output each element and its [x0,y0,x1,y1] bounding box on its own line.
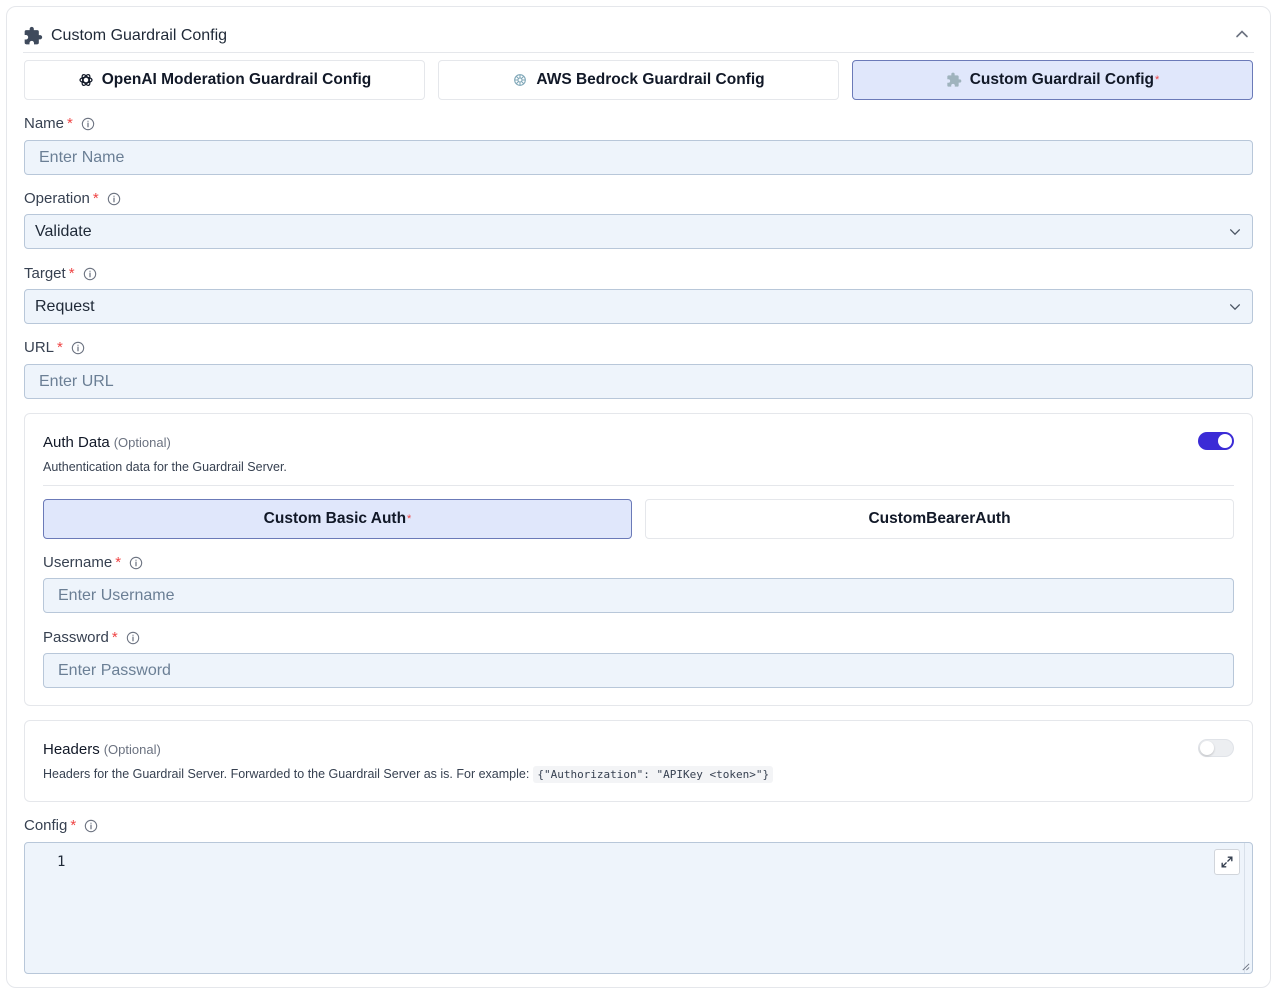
card-title-text: Auth Data [43,434,110,451]
config-label: Config * [24,817,98,834]
aws-bedrock-icon [514,74,527,86]
optional-tag: (Optional) [113,435,171,450]
headers-description: Headers for the Guardrail Server. Forwar… [43,766,774,783]
panel-header[interactable]: Custom Guardrail Config [23,19,1254,53]
required-asterisk: * [67,115,73,132]
label-text: URL [24,339,55,356]
auth-data-description: Authentication data for the Guardrail Se… [43,460,287,474]
label-text: Password [43,629,109,646]
operation-value: Validate [35,222,92,240]
tab-custom-guardrail[interactable]: Custom Guardrail Config * [852,60,1253,100]
headers-card: Headers (Optional) Headers for the Guardr… [24,720,1253,802]
target-select[interactable]: Request [24,289,1253,324]
custom-guardrail-panel: Custom Guardrail Config OpenAI Moderatio… [6,6,1271,988]
label-text: Operation [24,190,90,207]
auth-data-toggle[interactable] [1198,432,1234,450]
label-text: Username [43,554,113,571]
info-icon[interactable] [107,192,121,206]
tab-custom-bearer-auth[interactable]: CustomBearerAuth [645,499,1234,539]
required-asterisk: * [57,339,63,356]
resize-handle-icon[interactable] [1241,962,1250,971]
required-asterisk: * [111,629,118,646]
description-text: Headers for the Guardrail Server. Forwar… [43,767,530,781]
target-label: Target * [24,265,97,282]
chevron-down-icon [1229,304,1241,311]
required-asterisk: * [92,190,99,207]
chevron-down-icon [1229,229,1241,236]
headers-toggle[interactable] [1198,739,1234,757]
label-text: Name [24,115,65,132]
headers-title: Headers (Optional) [43,741,161,758]
line-number: 1 [57,854,66,870]
headers-example-code: {"Authorization": "APIKey <token>"} [533,766,774,783]
target-value: Request [35,297,95,315]
required-asterisk: * [407,513,412,525]
info-icon[interactable] [126,631,140,645]
chevron-up-icon[interactable] [1234,26,1250,42]
config-code-editor[interactable]: 1 [24,842,1253,974]
required-asterisk: * [68,265,75,282]
operation-select[interactable]: Validate [24,214,1253,249]
tab-label: AWS Bedrock Guardrail Config [536,71,765,88]
username-input[interactable]: Enter Username [43,578,1234,613]
tab-aws-bedrock[interactable]: AWS Bedrock Guardrail Config [438,60,839,100]
tab-openai-moderation[interactable]: OpenAI Moderation Guardrail Config [24,60,425,100]
puzzle-icon [947,72,962,87]
toggle-knob [1218,434,1232,448]
name-label: Name * [24,115,95,132]
name-input[interactable]: Enter Name [24,140,1253,175]
panel-title: Custom Guardrail Config [51,26,228,44]
guardrail-type-tabs: OpenAI Moderation Guardrail Config AWS B… [24,60,1253,100]
optional-tag: (Optional) [103,742,161,757]
expand-icon [1221,856,1233,868]
info-icon[interactable] [71,341,85,355]
card-title-text: Headers [43,741,100,758]
password-label: Password * [43,629,140,646]
subtab-label: Custom Basic Auth [263,510,407,527]
required-asterisk: * [115,554,122,571]
auth-data-card: Auth Data (Optional) Authentication data … [24,413,1253,706]
label-text: Target [24,265,66,282]
tab-custom-basic-auth[interactable]: Custom Basic Auth * [43,499,632,539]
required-asterisk: * [70,817,77,834]
subtab-label: CustomBearerAuth [868,510,1011,527]
required-asterisk: * [1155,74,1160,86]
info-icon[interactable] [84,819,98,833]
url-input[interactable]: Enter URL [24,364,1253,399]
auth-data-title: Auth Data (Optional) [43,434,171,451]
info-icon[interactable] [129,556,143,570]
url-label: URL * [24,339,85,356]
info-icon[interactable] [81,117,95,131]
username-label: Username * [43,554,143,571]
puzzle-icon [24,26,43,44]
label-text: Config [24,817,68,834]
divider [43,485,1234,486]
operation-label: Operation * [24,190,121,207]
toggle-knob [1200,741,1214,755]
editor-scrollbar[interactable] [1244,843,1252,973]
password-input[interactable]: Enter Password [43,653,1234,688]
info-icon[interactable] [83,267,97,281]
tab-label: OpenAI Moderation Guardrail Config [101,71,372,88]
expand-editor-button[interactable] [1214,849,1240,875]
tab-label: Custom Guardrail Config [969,71,1154,88]
openai-icon [79,74,93,86]
